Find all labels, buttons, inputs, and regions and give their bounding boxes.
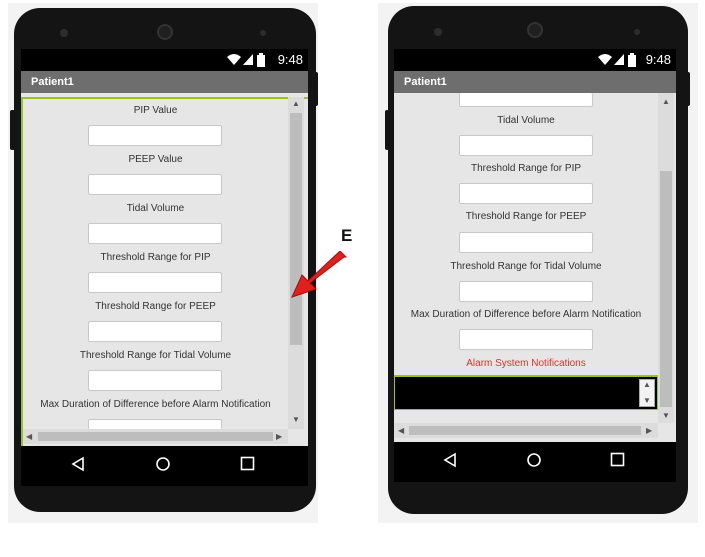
horizontal-scrollbar[interactable]: ◀ ▶: [23, 429, 288, 444]
back-icon[interactable]: [443, 452, 457, 468]
scroll-content: PIP Value PEEP Value Tidal Volume Thresh…: [23, 99, 288, 429]
horizontal-scrollbar-right[interactable]: ◀ ▶: [394, 423, 658, 438]
scroll-down-icon[interactable]: ▼: [662, 411, 670, 420]
alarm-notifications-label: Alarm System Notifications: [466, 358, 586, 369]
wifi-icon: [598, 54, 612, 65]
vertical-scroll-thumb-right[interactable]: [660, 171, 672, 407]
threshold-tidal-input[interactable]: [88, 370, 222, 391]
field-label-tidal-volume-right: Tidal Volume: [497, 115, 555, 126]
field-label-tidal-volume: Tidal Volume: [126, 203, 185, 214]
alarm-notification-area[interactable]: ▲ ▼: [394, 376, 658, 410]
field-label-threshold-peep: Threshold Range for PEEP: [95, 301, 216, 312]
threshold-pip-input[interactable]: [88, 272, 222, 293]
nav-bar-right: [394, 442, 676, 482]
earpiece-speaker-right: [434, 28, 442, 36]
status-time-right: 9:48: [645, 52, 671, 67]
scroll-down-icon[interactable]: ▼: [292, 415, 300, 424]
recents-icon[interactable]: [240, 456, 255, 471]
alarm-scroll-up-icon[interactable]: ▲: [643, 380, 651, 389]
threshold-peep-input[interactable]: [88, 321, 222, 342]
scroll-left-icon[interactable]: ◀: [26, 432, 32, 441]
pip-value-input-partial[interactable]: [459, 93, 593, 107]
home-icon[interactable]: [526, 452, 542, 468]
threshold-peep-input-right[interactable]: [459, 232, 593, 253]
front-camera: [157, 24, 173, 40]
horizontal-scroll-thumb[interactable]: [38, 432, 273, 441]
signal-icon: [243, 54, 253, 65]
tidal-volume-input-right[interactable]: [459, 135, 593, 156]
field-label-threshold-peep-right: Threshold Range for PEEP: [465, 211, 587, 222]
alarm-area-scrollbar[interactable]: ▲ ▼: [639, 379, 655, 407]
tidal-volume-input[interactable]: [88, 223, 222, 244]
wifi-icon: [227, 54, 241, 65]
battery-icon: [628, 53, 636, 67]
battery-icon: [257, 53, 265, 67]
max-duration-input-right[interactable]: [459, 329, 593, 350]
threshold-pip-input-right[interactable]: [459, 183, 593, 204]
field-label-threshold-tidal-right: Threshold Range for Tidal Volume: [450, 261, 602, 272]
sensor-dot: [260, 30, 266, 36]
recents-icon[interactable]: [610, 452, 625, 467]
left-phone-side-button: [10, 110, 15, 150]
annotation-arrow-icon: [291, 251, 348, 298]
earpiece-speaker: [60, 29, 68, 37]
left-phone-power-button: [314, 72, 318, 106]
front-camera-right: [527, 22, 543, 38]
scroll-up-icon[interactable]: ▲: [662, 97, 670, 106]
annotation-label: E: [341, 226, 353, 245]
field-label-pip: PIP Value: [133, 105, 178, 116]
status-bar: 9:48: [21, 49, 308, 71]
pip-value-input[interactable]: [88, 125, 222, 146]
status-time: 9:48: [277, 52, 303, 67]
alarm-scroll-down-icon[interactable]: ▼: [643, 396, 651, 405]
field-label-threshold-pip: Threshold Range for PIP: [100, 252, 211, 263]
status-bar-right: 9:48: [394, 49, 676, 71]
right-phone-power-button: [686, 72, 690, 106]
threshold-tidal-input-right[interactable]: [459, 281, 593, 302]
field-label-max-duration: Max Duration of Difference before Alarm …: [40, 399, 271, 410]
scroll-up-icon[interactable]: ▲: [292, 99, 300, 108]
field-label-threshold-tidal: Threshold Range for Tidal Volume: [79, 350, 232, 361]
left-phone-screen: 9:48 Patient1 PIP Value PEEP Value Tidal…: [21, 49, 308, 446]
scroll-content-right: Tidal Volume Threshold Range for PIP Thr…: [394, 93, 658, 423]
max-duration-input[interactable]: [88, 419, 222, 429]
scroll-left-icon[interactable]: ◀: [398, 426, 404, 435]
peep-value-input[interactable]: [88, 174, 222, 195]
field-label-peep: PEEP Value: [128, 154, 183, 165]
right-phone-side-button: [385, 110, 389, 150]
home-icon[interactable]: [155, 456, 171, 472]
nav-bar: [21, 446, 308, 486]
sensor-dot-right: [634, 29, 640, 35]
field-label-max-duration-right: Max Duration of Difference before Alarm …: [410, 309, 642, 320]
vertical-scrollbar-right[interactable]: ▲ ▼: [658, 93, 674, 423]
scroll-right-icon[interactable]: ▶: [276, 432, 282, 441]
right-phone-screen: 9:48 Patient1 Tidal Volume Threshold Ran…: [394, 49, 676, 442]
app-title-bar: Patient1: [21, 71, 308, 93]
back-icon[interactable]: [71, 456, 85, 472]
app-title-bar-right: Patient1: [394, 71, 676, 93]
scroll-right-icon[interactable]: ▶: [646, 426, 652, 435]
vertical-scroll-thumb[interactable]: [290, 113, 302, 345]
signal-icon: [614, 54, 624, 65]
field-label-threshold-pip-right: Threshold Range for PIP: [470, 163, 582, 174]
horizontal-scroll-thumb-right[interactable]: [409, 426, 641, 435]
